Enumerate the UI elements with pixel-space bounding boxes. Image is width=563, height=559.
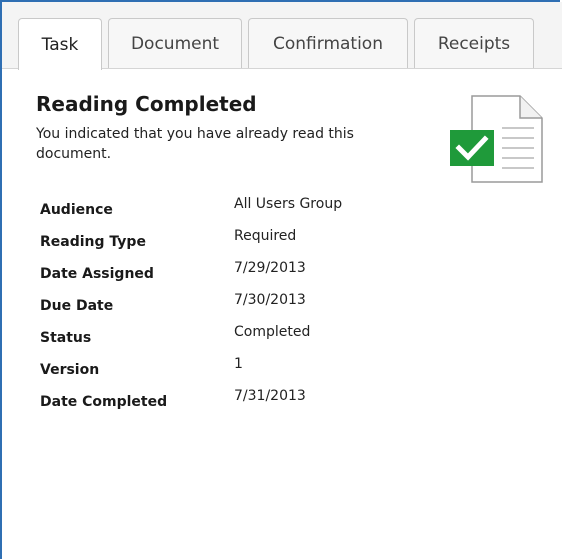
detail-label: Due Date: [40, 298, 114, 314]
detail-value: Required: [234, 228, 297, 244]
detail-label: Status: [40, 330, 92, 346]
detail-label: Version: [40, 362, 100, 378]
detail-label: Audience: [40, 202, 113, 218]
detail-label: Date Assigned: [40, 266, 154, 282]
detail-value: Completed: [234, 324, 311, 340]
detail-value: 7/30/2013: [234, 292, 306, 308]
detail-value: All Users Group: [234, 196, 343, 212]
tab-receipts[interactable]: Receipts: [414, 18, 534, 68]
status-title: Reading Completed: [36, 92, 257, 116]
detail-value: 1: [234, 356, 243, 372]
document-check-icon: [450, 94, 546, 186]
detail-row-version: Version 1: [40, 356, 440, 380]
tab-confirmation[interactable]: Confirmation: [248, 18, 408, 68]
task-panel: Task Document Confirmation Receipts Read…: [0, 0, 562, 559]
detail-label: Date Completed: [40, 394, 168, 410]
status-description: You indicated that you have already read…: [36, 126, 354, 162]
detail-value: 7/31/2013: [234, 388, 306, 404]
detail-row-status: Status Completed: [40, 324, 440, 348]
detail-label: Reading Type: [40, 234, 146, 250]
tab-task[interactable]: Task: [18, 18, 102, 70]
detail-row-due-date: Due Date 7/30/2013: [40, 292, 440, 316]
tab-bar: Task Document Confirmation Receipts: [2, 2, 562, 70]
detail-row-reading-type: Reading Type Required: [40, 228, 440, 252]
detail-row-audience: Audience All Users Group: [40, 196, 440, 220]
tab-document[interactable]: Document: [108, 18, 242, 68]
detail-value: 7/29/2013: [234, 260, 306, 276]
detail-row-date-completed: Date Completed 7/31/2013: [40, 388, 440, 412]
detail-row-date-assigned: Date Assigned 7/29/2013: [40, 260, 440, 284]
